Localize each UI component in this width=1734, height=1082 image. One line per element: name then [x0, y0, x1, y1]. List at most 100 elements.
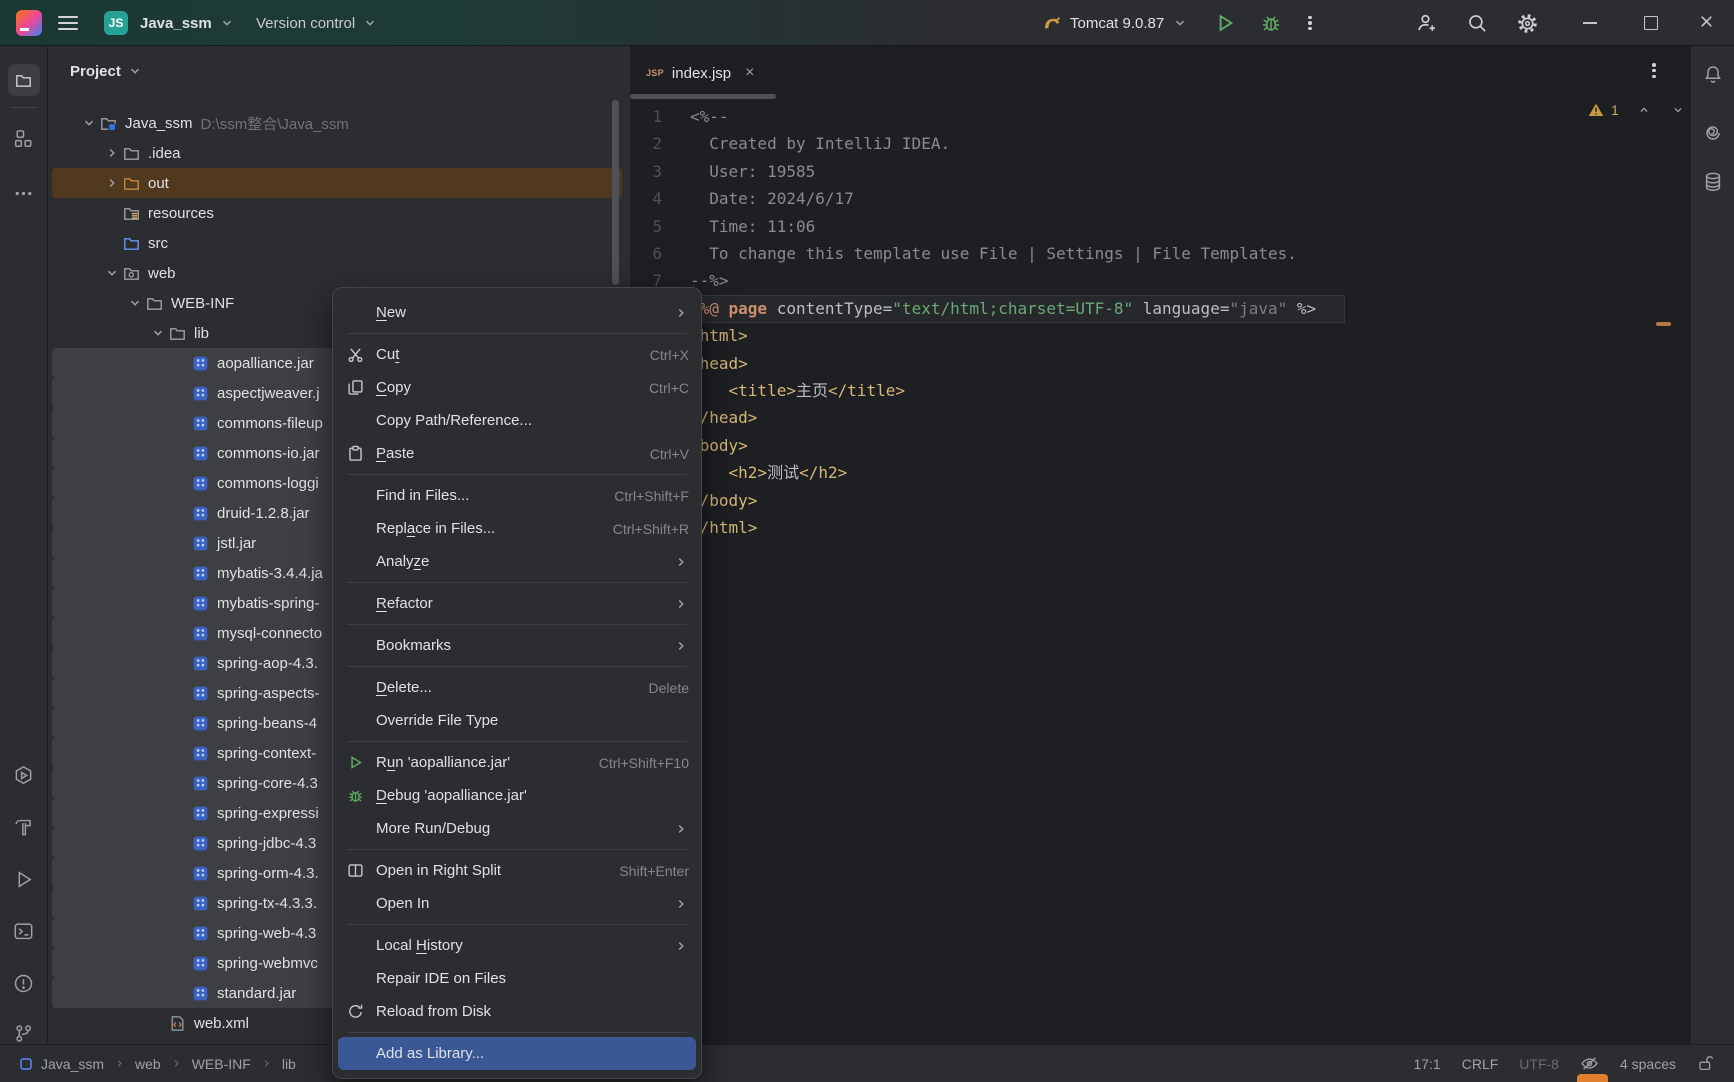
code-line: </body> [690, 490, 758, 510]
tree-item-web[interactable]: web [52, 258, 622, 288]
menu-item-label: Cut [376, 346, 400, 363]
editor-area[interactable]: JSP index.jsp × 1 1234567891011121314151… [630, 46, 1690, 1044]
window-close-button[interactable] [1698, 13, 1715, 30]
code-line: <head> [690, 353, 748, 373]
menu-item-run-aopalliance-jar[interactable]: Run 'aopalliance.jar' Ctrl+Shift+F10 [333, 746, 701, 779]
unlock-icon[interactable] [1697, 1055, 1714, 1072]
caret-position[interactable]: 17:1 [1413, 1056, 1440, 1072]
code-with-me-button[interactable] [1416, 0, 1438, 46]
tree-item-.idea[interactable]: .idea [52, 138, 622, 168]
menu-item-add-as-library[interactable]: Add as Library... [338, 1037, 696, 1070]
menu-item-label: Add as Library... [376, 1045, 485, 1062]
toolwindow-spring-icon[interactable] [1697, 117, 1729, 149]
toolwindow-problems-icon[interactable] [8, 967, 40, 999]
chevron-down-icon[interactable] [101, 265, 123, 281]
project-scrollbar[interactable] [612, 100, 619, 285]
toolwindow-run-icon[interactable] [8, 863, 40, 895]
menu-item-open-in-right-split[interactable]: Open in Right Split Shift+Enter [333, 854, 701, 887]
window-maximize-button[interactable] [1644, 16, 1658, 30]
editor-tab-index-jsp[interactable]: JSP index.jsp × [630, 46, 776, 100]
tree-item-Java_ssm[interactable]: Java_ssm D:\ssm整合\Java_ssm [52, 108, 622, 138]
menu-item-delete[interactable]: Delete... Delete [333, 671, 701, 704]
breadcrumb-web[interactable]: web [135, 1056, 161, 1072]
main-menu-icon[interactable] [58, 16, 78, 34]
chevron-down-icon[interactable] [124, 295, 146, 311]
toolwindow-services-icon[interactable] [8, 759, 40, 791]
chevron-down-icon [1172, 15, 1188, 31]
line-separator[interactable]: CRLF [1462, 1056, 1499, 1072]
run-button[interactable] [1214, 12, 1236, 34]
menu-item-more-run-debug[interactable]: More Run/Debug [333, 812, 701, 845]
menu-item-refactor[interactable]: Refactor [333, 587, 701, 620]
menu-item-new[interactable]: New [333, 296, 701, 329]
breadcrumb-WEB-INF[interactable]: WEB-INF [192, 1056, 251, 1072]
project-panel-header[interactable]: Project [70, 58, 143, 84]
submenu-arrow-icon [673, 596, 689, 612]
menu-item-find-in-files[interactable]: Find in Files... Ctrl+Shift+F [333, 479, 701, 512]
prev-problem-icon[interactable] [1637, 103, 1651, 117]
menu-item-repair-ide-on-files[interactable]: Repair IDE on Files [333, 962, 701, 995]
toolwindow-build-icon[interactable] [8, 811, 40, 843]
chevron-right-icon[interactable] [101, 175, 123, 191]
menu-item-copy[interactable]: Copy Ctrl+C [333, 371, 701, 404]
chevron-right-icon[interactable] [101, 145, 123, 161]
editor-options-icon[interactable] [1652, 61, 1656, 80]
submenu-arrow-icon [673, 305, 689, 321]
indent-style[interactable]: 4 spaces [1620, 1056, 1676, 1072]
breadcrumb-Java_ssm[interactable]: Java_ssm [41, 1056, 104, 1072]
editor-code[interactable]: <%-- Created by IntelliJ IDEA. User: 195… [690, 103, 1316, 542]
vcs-widget[interactable]: Version control [256, 0, 378, 46]
search-everywhere-button[interactable] [1466, 0, 1488, 46]
toolwindow-project-icon[interactable] [7, 64, 40, 96]
tree-item-out[interactable]: out [52, 168, 622, 198]
code-line: --%> [690, 271, 729, 291]
tree-item-label: .idea [148, 144, 181, 162]
module-icon [20, 1057, 32, 1070]
menu-separator [347, 849, 687, 850]
toolwindow-terminal-icon[interactable] [8, 915, 40, 947]
menu-item-label: Open In [376, 895, 430, 912]
menu-item-label: Repair IDE on Files [376, 970, 507, 987]
split-icon [347, 862, 376, 879]
run-configuration-widget[interactable]: Tomcat 9.0.87 [1042, 0, 1312, 46]
menu-item-debug-aopalliance-jar[interactable]: Debug 'aopalliance.jar' [333, 779, 701, 812]
toolwindow-structure-icon[interactable] [8, 122, 40, 154]
project-widget[interactable]: Java_ssm [140, 0, 235, 46]
menu-item-copy-path-reference[interactable]: Copy Path/Reference... [333, 404, 701, 437]
toolwindow-more-icon[interactable] [8, 177, 40, 209]
chevron-down-icon[interactable] [78, 115, 100, 131]
line-number: 4 [652, 189, 662, 209]
inspections-widget[interactable]: 1 [1588, 102, 1685, 118]
next-problem-icon[interactable] [1671, 103, 1685, 117]
tree-item-resources[interactable]: resources [52, 198, 622, 228]
window-minimize-button[interactable] [1583, 22, 1597, 24]
menu-item-local-history[interactable]: Local History [333, 929, 701, 962]
menu-item-label: Local History [376, 937, 463, 954]
file-encoding[interactable]: UTF-8 [1519, 1056, 1559, 1072]
breadcrumb-lib[interactable]: lib [282, 1056, 296, 1072]
line-number: 3 [652, 161, 662, 181]
tree-item-src[interactable]: src [52, 228, 622, 258]
menu-item-bookmarks[interactable]: Bookmarks [333, 629, 701, 662]
chevron-down-icon[interactable] [147, 325, 169, 341]
menu-item-shortcut: Ctrl+Shift+R [612, 520, 689, 537]
menu-item-override-file-type[interactable]: Override File Type [333, 704, 701, 737]
menu-item-open-in[interactable]: Open In [333, 887, 701, 920]
menu-item-paste[interactable]: Paste Ctrl+V [333, 437, 701, 470]
tab-close-icon[interactable]: × [745, 64, 754, 82]
menu-separator [347, 1032, 687, 1033]
menu-item-label: Override File Type [376, 712, 499, 729]
tree-item-label: out [148, 174, 169, 192]
project-avatar[interactable]: JS [104, 11, 128, 35]
tree-item-label: standard.jar [217, 984, 297, 1002]
more-actions-icon[interactable] [1308, 13, 1312, 32]
toolwindow-database-icon[interactable] [1697, 166, 1729, 198]
toolwindow-notifications-icon[interactable] [1697, 59, 1729, 91]
menu-item-replace-in-files[interactable]: Replace in Files... Ctrl+Shift+R [333, 512, 701, 545]
highlighting-off-icon[interactable] [1580, 1055, 1599, 1072]
menu-item-cut[interactable]: Cut Ctrl+X [333, 338, 701, 371]
debug-button[interactable] [1260, 12, 1282, 34]
breadcrumbs: Java_ssm web WEB-INF lib [20, 1056, 296, 1072]
menu-item-reload-from-disk[interactable]: Reload from Disk [333, 995, 701, 1028]
menu-item-analyze[interactable]: Analyze [333, 545, 701, 578]
